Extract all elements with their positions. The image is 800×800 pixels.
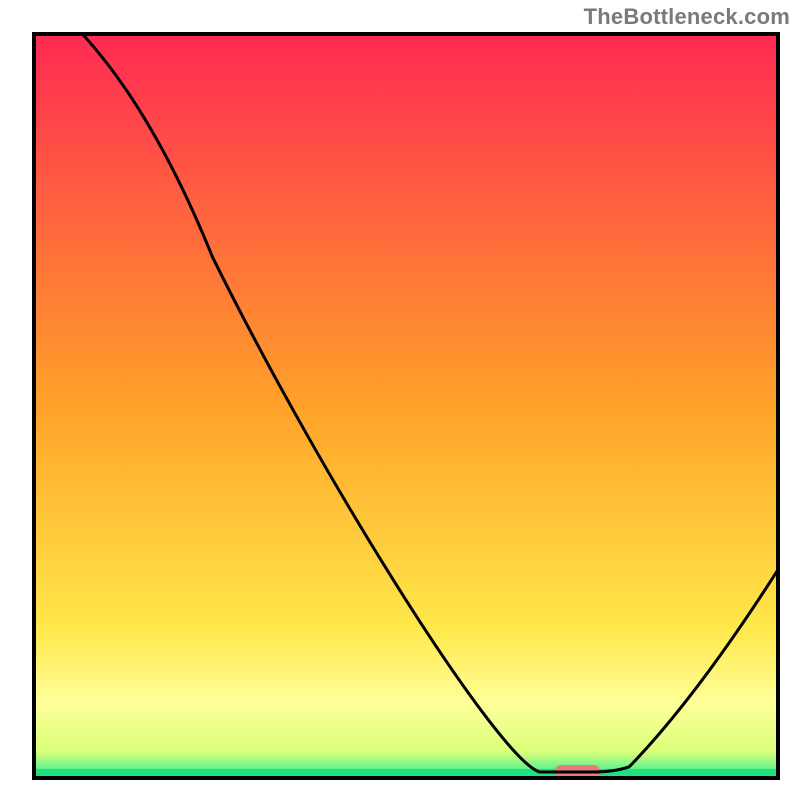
gradient-background — [34, 34, 778, 778]
chart-container: { "watermark": "TheBottleneck.com", "cha… — [0, 0, 800, 800]
watermark-label: TheBottleneck.com — [584, 4, 790, 30]
bottleneck-chart — [0, 0, 800, 800]
